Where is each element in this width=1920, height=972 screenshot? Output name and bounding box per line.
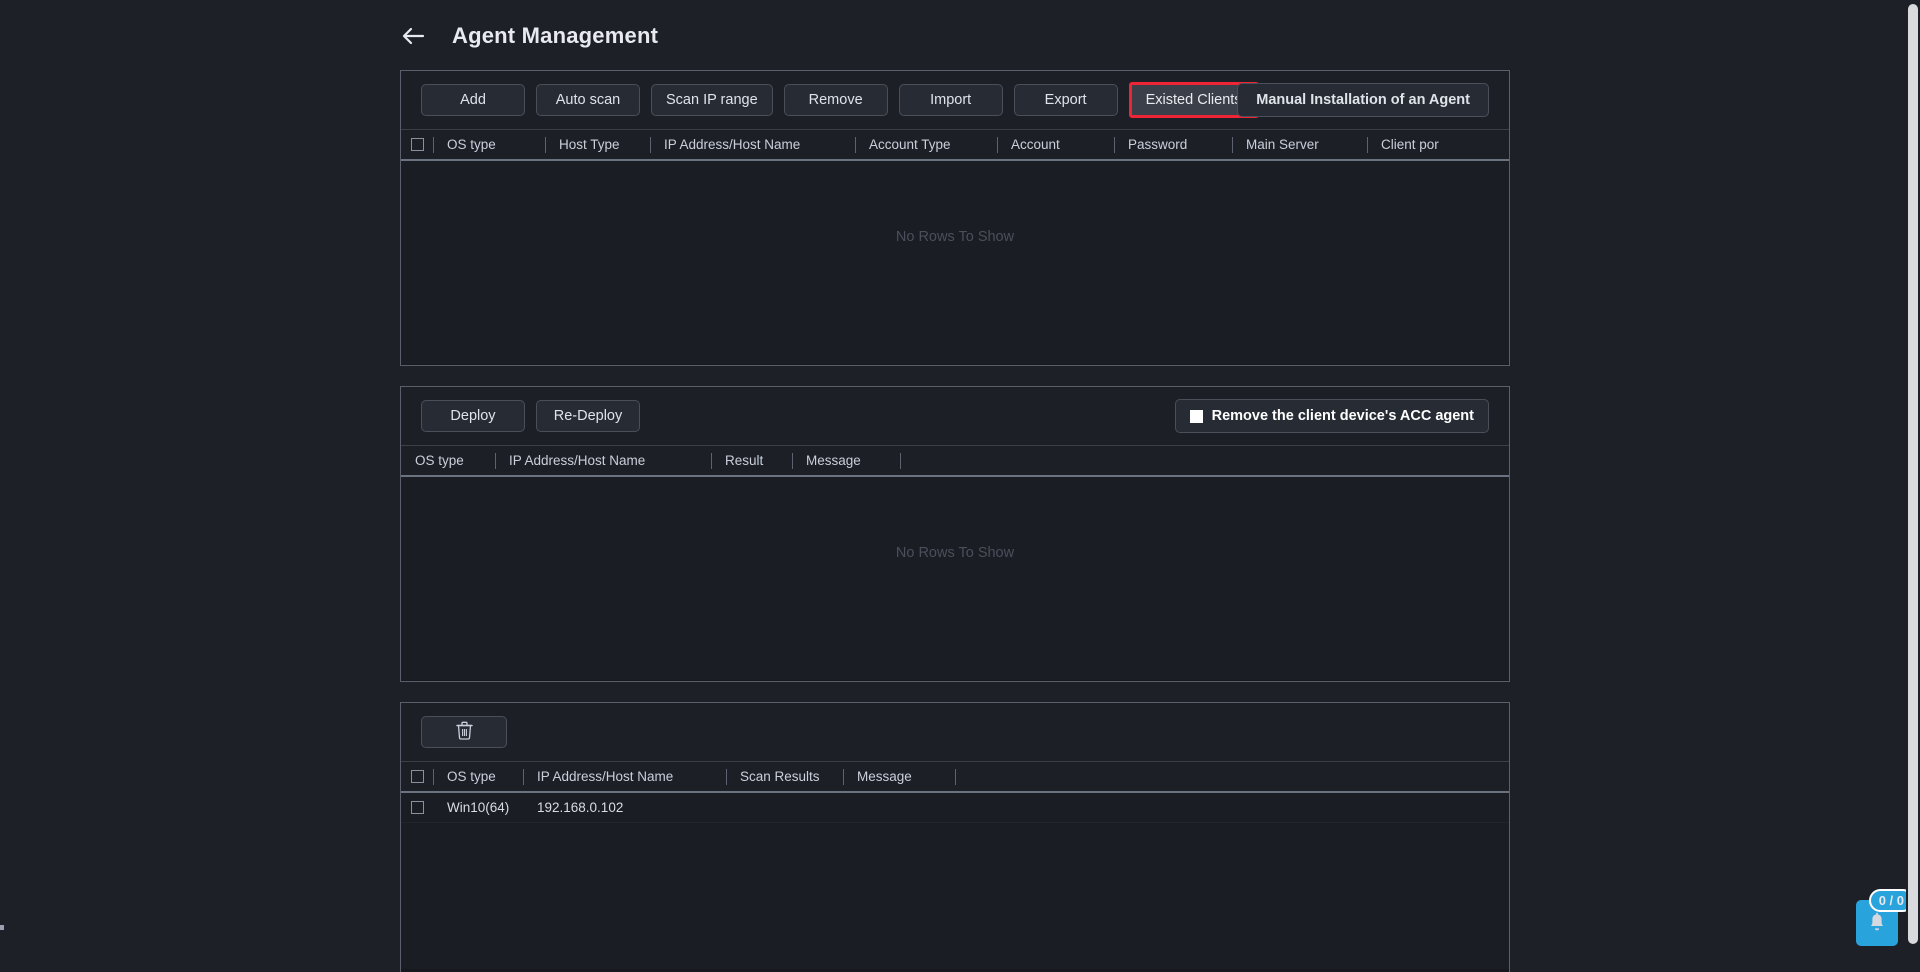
column-header-result[interactable]: Result: [711, 446, 792, 475]
left-edge-marker: [0, 925, 4, 930]
agent-list-grid-header: OS type Host Type IP Address/Host Name A…: [401, 129, 1509, 161]
scan-results-toolbar: [401, 703, 1509, 761]
deploy-toolbar: Deploy Re-Deploy Remove the client devic…: [401, 387, 1509, 445]
column-header-scan-results[interactable]: Scan Results: [726, 762, 843, 791]
remove-acc-agent-label: Remove the client device's ACC agent: [1211, 408, 1474, 424]
column-header-os-type[interactable]: OS type: [433, 762, 523, 791]
column-header-spacer: [900, 446, 920, 475]
auto-scan-button[interactable]: Auto scan: [536, 84, 640, 116]
column-header-ip-address[interactable]: IP Address/Host Name: [650, 130, 855, 159]
remove-button[interactable]: Remove: [783, 84, 888, 116]
manual-installation-button[interactable]: Manual Installation of an Agent: [1237, 83, 1489, 117]
column-header-ip-address[interactable]: IP Address/Host Name: [523, 762, 726, 791]
column-header-os-type[interactable]: OS type: [401, 446, 495, 475]
deploy-panel: Deploy Re-Deploy Remove the client devic…: [400, 386, 1510, 682]
scan-results-grid-header: OS type IP Address/Host Name Scan Result…: [401, 761, 1509, 793]
column-header-main-server[interactable]: Main Server: [1232, 130, 1367, 159]
row-checkbox[interactable]: [410, 801, 424, 814]
column-header-spacer: [955, 762, 975, 791]
deploy-grid-body: No Rows To Show: [401, 477, 1509, 680]
add-button[interactable]: Add: [421, 84, 525, 116]
column-header-account[interactable]: Account: [997, 130, 1114, 159]
page-title: Agent Management: [452, 23, 659, 48]
scan-results-panel: OS type IP Address/Host Name Scan Result…: [400, 702, 1510, 972]
re-deploy-button[interactable]: Re-Deploy: [536, 400, 640, 432]
page-header: Agent Management: [400, 14, 658, 58]
column-header-host-type[interactable]: Host Type: [545, 130, 650, 159]
column-header-os-type[interactable]: OS type: [433, 130, 545, 159]
cell-scan-results: [726, 793, 843, 823]
remove-acc-agent-toggle[interactable]: Remove the client device's ACC agent: [1174, 399, 1489, 433]
table-row[interactable]: Win10(64) 192.168.0.102: [401, 793, 1509, 823]
row-select-cell: [401, 793, 433, 823]
column-header-message[interactable]: Message: [792, 446, 900, 475]
deploy-grid-header: OS type IP Address/Host Name Result Mess…: [401, 445, 1509, 477]
app-root: Agent Management Add Auto scan Scan IP r…: [0, 0, 1920, 972]
deploy-empty-message: No Rows To Show: [895, 545, 1015, 561]
column-header-message[interactable]: Message: [843, 762, 955, 791]
select-all-header: [401, 762, 433, 791]
notification-widget[interactable]: 0 / 0: [1856, 889, 1914, 946]
delete-button[interactable]: [421, 716, 507, 748]
page-scrollbar-track[interactable]: [1906, 0, 1920, 972]
agent-list-grid-body: No Rows To Show: [401, 161, 1509, 364]
import-button[interactable]: Import: [898, 84, 1003, 116]
agent-list-empty-message: No Rows To Show: [895, 229, 1015, 245]
cell-message: [843, 793, 955, 823]
agent-list-panel: Add Auto scan Scan IP range Remove Impor…: [400, 70, 1510, 366]
export-button[interactable]: Export: [1013, 84, 1118, 116]
column-header-password[interactable]: Password: [1114, 130, 1232, 159]
trash-icon: [455, 721, 473, 744]
column-header-client-port[interactable]: Client por: [1367, 130, 1487, 159]
checkbox-icon[interactable]: [1189, 409, 1203, 423]
cell-ip-address: 192.168.0.102: [537, 800, 624, 815]
column-header-ip-address[interactable]: IP Address/Host Name: [495, 446, 711, 475]
page-scrollbar-thumb[interactable]: [1908, 4, 1918, 944]
select-all-checkbox[interactable]: [410, 138, 424, 151]
cell-os-type: Win10(64): [447, 800, 510, 815]
agent-list-toolbar: Add Auto scan Scan IP range Remove Impor…: [401, 71, 1509, 129]
bell-icon: [1867, 912, 1887, 934]
deploy-button[interactable]: Deploy: [421, 400, 525, 432]
arrow-left-icon[interactable]: [400, 23, 426, 49]
column-header-account-type[interactable]: Account Type: [855, 130, 997, 159]
select-all-header: [401, 130, 433, 159]
scan-ip-range-button[interactable]: Scan IP range: [651, 84, 773, 116]
select-all-checkbox[interactable]: [410, 770, 424, 783]
scan-results-grid-body: Win10(64) 192.168.0.102: [401, 793, 1509, 969]
